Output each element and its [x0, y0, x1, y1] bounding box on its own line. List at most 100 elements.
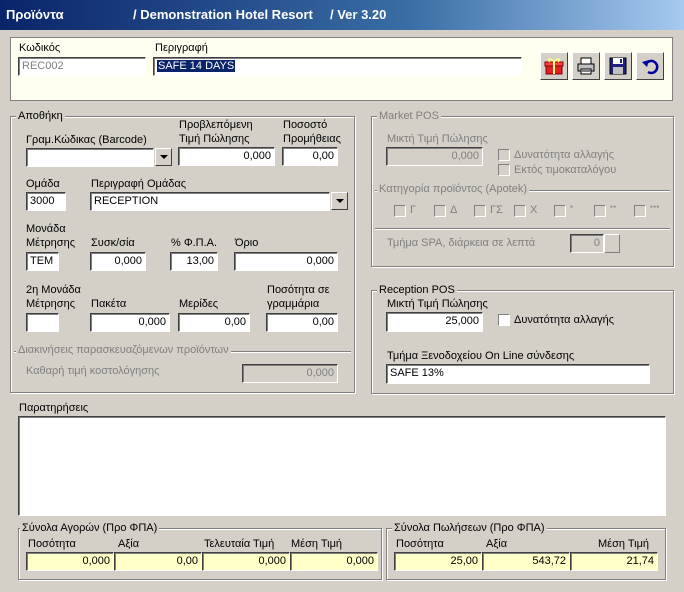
code-field[interactable]: REC002	[18, 57, 146, 76]
limit-field[interactable]: 0,000	[234, 252, 338, 271]
category-checkbox-star3[interactable]	[634, 205, 646, 217]
group-dropdown-button[interactable]	[331, 192, 348, 210]
save-button[interactable]	[604, 52, 632, 80]
notes-textarea[interactable]	[18, 416, 666, 516]
category-label-star2: **	[610, 204, 617, 213]
portions-label: Μερίδες	[179, 298, 219, 310]
group-field[interactable]: 3000	[26, 192, 66, 211]
save-icon	[609, 57, 627, 75]
market-price-field[interactable]: 0,000	[386, 147, 483, 166]
vat-label: % Φ.Π.Α.	[171, 237, 218, 249]
print-button[interactable]	[572, 52, 600, 80]
commission-field[interactable]: 0,00	[282, 147, 338, 166]
second-unit-field[interactable]	[26, 313, 59, 332]
spa-divider	[375, 228, 670, 230]
category-label-gs: ΓΣ	[490, 204, 503, 216]
net-cost-label: Καθαρή τιμή κοστολόγησης	[26, 365, 160, 377]
category-label-g: Γ	[410, 204, 417, 216]
market-change-label: Δυνατότητα αλλαγής	[514, 149, 615, 161]
version-label: / Ver 3.20	[330, 7, 387, 22]
grams-field[interactable]: 0,00	[266, 313, 338, 332]
limit-label: Όριο	[235, 237, 259, 249]
expected-price-label-2: Τιμή Πώλησης	[179, 133, 250, 145]
vat-field[interactable]: 13,00	[170, 252, 218, 271]
purchases-header-average-price: Μέση Τιμή	[291, 538, 343, 550]
purchases-header-quantity: Ποσότητα	[28, 538, 76, 550]
packets-field[interactable]: 0,000	[90, 313, 170, 332]
sales-header-average-price: Μέση Τιμή	[598, 538, 650, 550]
sales-header-value: Αξία	[486, 538, 508, 550]
market-catalog-label: Εκτός τιμοκαταλόγου	[514, 164, 617, 176]
sales-quantity-field: 25,00	[394, 552, 482, 571]
undo-icon	[642, 59, 659, 75]
sales-average-price-field: 21,74	[570, 552, 658, 571]
category-checkbox-gs[interactable]	[474, 205, 486, 217]
net-cost-field[interactable]: 0,000	[242, 364, 338, 383]
undo-button[interactable]	[636, 52, 664, 80]
reception-pos-title: Reception POS	[377, 284, 457, 296]
prepared-products-title: Διακινήσεις παρασκευαζόμενων προϊόντων	[16, 344, 231, 356]
market-pos-title: Market POS	[377, 110, 441, 122]
category-label-star3: ***	[650, 204, 660, 213]
barcode-label: Γραμ.Κώδικας (Barcode)	[26, 134, 147, 146]
packaging-label: Συσκ/σία	[91, 237, 135, 249]
hotel-department-field[interactable]: SAFE 13%	[386, 364, 650, 384]
reception-change-label: Δυνατότητα αλλαγής	[514, 314, 615, 326]
purchases-average-price-field: 0,000	[290, 552, 378, 571]
commission-label-1: Ποσοστό	[283, 119, 328, 131]
commission-label-2: Προμήθειας	[283, 133, 341, 145]
category-checkbox-d[interactable]	[434, 205, 446, 217]
packets-label: Πακέτα	[91, 298, 127, 310]
unit-field[interactable]: TEM	[26, 252, 59, 271]
barcode-field[interactable]	[26, 148, 154, 167]
group-description-label: Περιγραφή Ομάδας	[91, 178, 187, 190]
market-catalog-checkbox[interactable]	[498, 164, 510, 176]
expected-price-label-1: Προβλεπόμενη	[179, 119, 253, 131]
description-selected-text: SAFE 14 DAYS	[157, 60, 236, 72]
category-checkbox-star1[interactable]	[554, 205, 566, 217]
gift-button[interactable]	[540, 52, 568, 80]
packaging-field[interactable]: 0,000	[90, 252, 146, 271]
spa-duration-field[interactable]: 0	[570, 234, 604, 253]
gift-icon	[544, 58, 564, 75]
description-label: Περιγραφή	[155, 42, 208, 54]
window-title: Προϊόντα	[6, 7, 64, 22]
category-checkbox-star2[interactable]	[594, 205, 606, 217]
second-unit-label-2: Μέτρησης	[26, 298, 75, 310]
reception-price-label: Μικτή Τιμή Πώλησης	[387, 298, 488, 310]
spa-duration-label: Τμήμα SPA, διάρκεια σε λεπτά	[387, 237, 536, 249]
title-bar: Προϊόντα / Demonstration Hotel Resort / …	[0, 0, 684, 30]
expected-price-field[interactable]: 0,000	[178, 147, 275, 166]
sales-value-field: 543,72	[482, 552, 570, 571]
market-price-label: Μικτή Τιμή Πώλησης	[387, 133, 488, 145]
sales-title: Σύνολα Πωλήσεων (Προ ΦΠΑ)	[392, 522, 547, 534]
code-label: Κωδικός	[19, 42, 61, 54]
purchases-header-value: Αξία	[118, 538, 140, 550]
hotel-department-label: Τμήμα Ξενοδοχείου On Line σύνδεσης	[387, 350, 575, 362]
warehouse-title: Αποθήκη	[16, 110, 65, 122]
category-label-star1: *	[570, 204, 574, 213]
market-change-checkbox[interactable]	[498, 149, 510, 161]
group-description-field[interactable]: RECEPTION	[90, 192, 330, 211]
portions-field[interactable]: 0,00	[178, 313, 250, 332]
spa-duration-spin-button[interactable]	[604, 234, 620, 253]
sales-header-quantity: Ποσότητα	[396, 538, 444, 550]
grams-label-2: γραμμάρια	[267, 298, 320, 310]
category-checkbox-x[interactable]	[514, 205, 526, 217]
notes-label: Παρατηρήσεις	[19, 402, 89, 414]
group-label: Ομάδα	[26, 178, 60, 190]
category-checkbox-g[interactable]	[394, 205, 406, 217]
purchases-quantity-field: 0,000	[26, 552, 114, 571]
print-icon	[577, 57, 595, 75]
unit-label-2: Μέτρησης	[26, 237, 75, 249]
hotel-name: / Demonstration Hotel Resort	[133, 7, 313, 22]
reception-price-field[interactable]: 25,000	[386, 312, 483, 332]
barcode-dropdown-button[interactable]	[155, 148, 172, 166]
purchases-last-price-field: 0,000	[202, 552, 290, 571]
purchases-header-last-price: Τελευταία Τιμή	[204, 538, 275, 550]
reception-change-checkbox[interactable]	[498, 314, 510, 326]
unit-label-1: Μονάδα	[26, 223, 66, 235]
grams-label-1: Ποσότητα σε	[267, 284, 330, 296]
purchases-title: Σύνολα Αγορών (Προ ΦΠΑ)	[20, 522, 160, 534]
description-field[interactable]: SAFE 14 DAYS	[153, 57, 522, 76]
